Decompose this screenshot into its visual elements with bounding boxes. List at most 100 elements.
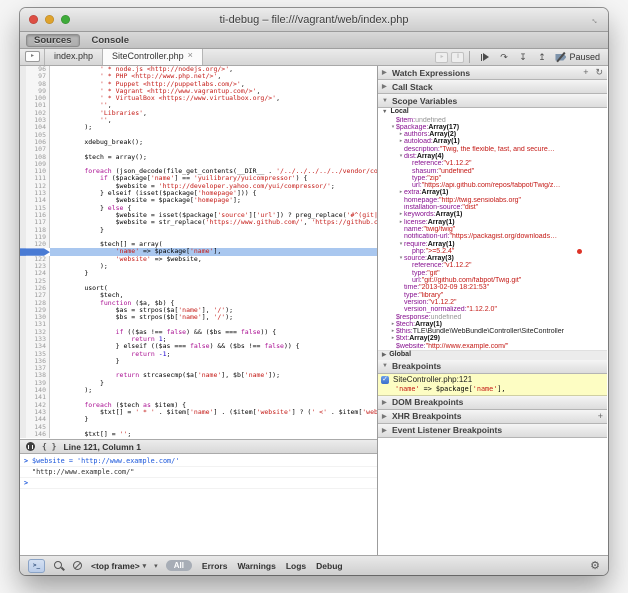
- window-titlebar[interactable]: ti-debug – file:///vagrant/web/index.php…: [20, 8, 608, 32]
- scope-variable-row[interactable]: version_normalized: "1.12.2.0": [378, 306, 607, 313]
- scope-variable-row[interactable]: $response: undefined: [378, 314, 607, 321]
- pretty-print-icon[interactable]: { }: [42, 442, 56, 451]
- code-text[interactable]: $website = 'http://developer.yahoo.com/y…: [50, 183, 377, 190]
- settings-gear-icon[interactable]: ⚙: [590, 559, 600, 572]
- close-tab-icon[interactable]: ×: [188, 51, 193, 60]
- filter-warnings[interactable]: Warnings: [237, 561, 275, 571]
- line-number[interactable]: 107: [20, 146, 50, 153]
- scope-variable-row[interactable]: description: "Twig, the flexible, fast, …: [378, 146, 607, 153]
- paused-indicator-icon[interactable]: [26, 442, 35, 451]
- line-number[interactable]: 145: [20, 424, 50, 431]
- continue-button[interactable]: [476, 51, 493, 63]
- scope-variable-row[interactable]: ▾$package: Array(17): [378, 124, 607, 131]
- scope-variable-row[interactable]: homepage: "http://twig.sensiolabs.org": [378, 197, 607, 204]
- disclosure-down-icon[interactable]: ▼: [382, 98, 389, 104]
- scope-variable-row[interactable]: ▸license: Array(1): [378, 219, 607, 226]
- scope-variable-row[interactable]: reference: "v1.12.2": [378, 262, 607, 269]
- line-number[interactable]: 116: [20, 212, 50, 219]
- scope-variable-row[interactable]: installation-source: "dist": [378, 204, 607, 211]
- line-number[interactable]: 113: [20, 190, 50, 197]
- line-number[interactable]: 119: [20, 234, 50, 241]
- scope-variable-row[interactable]: type: "library": [378, 292, 607, 299]
- scope-variable-row[interactable]: name: "twig/twig": [378, 226, 607, 233]
- line-number[interactable]: 97: [20, 73, 50, 80]
- code-text[interactable]: return 1;: [50, 336, 377, 343]
- line-number[interactable]: 120: [20, 241, 50, 248]
- tab-console[interactable]: Console: [84, 34, 137, 47]
- disclosure-right-icon[interactable]: ▶: [382, 427, 389, 434]
- code-text[interactable]: } else {: [50, 205, 377, 212]
- code-text[interactable]: return -1;: [50, 351, 377, 358]
- console-toggle-icon[interactable]: >_: [28, 559, 45, 573]
- code-text[interactable]: $txt[] = '';: [50, 431, 377, 438]
- line-number[interactable]: 123: [20, 263, 50, 270]
- scope-variable-row[interactable]: type: "zip": [378, 175, 607, 182]
- code-text[interactable]: $txt[] = ' * ' . $item['name'] . ($item[…: [50, 409, 377, 416]
- refresh-watch-icon[interactable]: ↻: [595, 67, 603, 78]
- line-number[interactable]: 134: [20, 343, 50, 350]
- line-number[interactable]: 110: [20, 168, 50, 175]
- scope-variable-row[interactable]: type: "git": [378, 270, 607, 277]
- disclosure-down-icon[interactable]: ▼: [382, 363, 389, 369]
- line-number[interactable]: 101: [20, 102, 50, 109]
- file-tab-index-php[interactable]: index.php: [44, 49, 103, 65]
- line-number[interactable]: 100: [20, 95, 50, 102]
- line-number[interactable]: 144: [20, 416, 50, 423]
- code-text[interactable]: }: [50, 358, 377, 365]
- code-editor[interactable]: 96 ' * node.js <http://nodejs.org/>',97 …: [20, 66, 377, 439]
- code-text[interactable]: ' * PHP <http://www.php.net/>',: [50, 73, 377, 80]
- code-text[interactable]: } elseif (($as === false) && ($bs !== fa…: [50, 343, 377, 350]
- code-text[interactable]: }: [50, 227, 377, 234]
- code-text[interactable]: [50, 365, 377, 372]
- line-number[interactable]: 96: [20, 66, 50, 73]
- scope-variable-row[interactable]: ▸keywords: Array(1): [378, 211, 607, 218]
- code-text[interactable]: $website = isset($package['source']['url…: [50, 212, 377, 219]
- code-text[interactable]: $tech[] = array(: [50, 241, 377, 248]
- line-number[interactable]: 117: [20, 219, 50, 226]
- scope-variable-row[interactable]: ▸$tech: Array(1): [378, 321, 607, 328]
- code-text[interactable]: return strcasecmp($a['name'], $b['name']…: [50, 372, 377, 379]
- section-call-stack[interactable]: ▶ Call Stack: [378, 80, 607, 94]
- filter-debug[interactable]: Debug: [316, 561, 342, 571]
- line-number[interactable]: 141: [20, 394, 50, 401]
- code-text[interactable]: $tech,: [50, 292, 377, 299]
- search-icon[interactable]: [53, 560, 64, 571]
- code-text[interactable]: [50, 424, 377, 431]
- filter-logs[interactable]: Logs: [286, 561, 306, 571]
- line-number[interactable]: 109: [20, 161, 50, 168]
- file-tab-sitecontroller-php[interactable]: SiteController.php ×: [103, 49, 203, 65]
- line-number[interactable]: 133: [20, 336, 50, 343]
- disclosure-down-icon[interactable]: ▼: [382, 108, 387, 117]
- section-dom-breakpoints[interactable]: ▶ DOM Breakpoints: [378, 396, 607, 410]
- code-text[interactable]: [50, 278, 377, 285]
- line-number[interactable]: 130: [20, 314, 50, 321]
- section-breakpoints[interactable]: ▼ Breakpoints: [378, 360, 607, 374]
- breakpoint-entry[interactable]: ✓SiteController.php:121'name' => $packag…: [378, 374, 607, 396]
- line-number[interactable]: 104: [20, 124, 50, 131]
- line-number[interactable]: 98: [20, 81, 50, 88]
- step-over-icon[interactable]: ↷: [495, 51, 512, 63]
- line-number[interactable]: 118: [20, 227, 50, 234]
- line-number[interactable]: 132: [20, 329, 50, 336]
- code-text[interactable]: }: [50, 270, 377, 277]
- scope-variable-row[interactable]: ▸extra: Array(1): [378, 189, 607, 196]
- line-number[interactable]: 127: [20, 292, 50, 299]
- add-xhr-breakpoint-icon[interactable]: +: [598, 411, 603, 421]
- line-number[interactable]: 129: [20, 307, 50, 314]
- scope-variable-row[interactable]: ▸$txt: Array(29): [378, 335, 607, 342]
- disclosure-right-icon[interactable]: ▶: [382, 413, 389, 420]
- scope-local[interactable]: ▼Local: [378, 108, 607, 117]
- code-text[interactable]: [50, 321, 377, 328]
- line-number[interactable]: 135: [20, 351, 50, 358]
- line-number[interactable]: 115: [20, 205, 50, 212]
- scope-variable-row[interactable]: ▸autoload: Array(1): [378, 138, 607, 145]
- section-watch-expressions[interactable]: ▶ Watch Expressions + ↻: [378, 66, 607, 80]
- code-text[interactable]: );: [50, 387, 377, 394]
- code-text[interactable]: ' * Vagrant <http://www.vagrantup.com/>'…: [50, 88, 377, 95]
- toggle-breakpoints-icon[interactable]: [552, 51, 569, 63]
- code-text[interactable]: $tech = array();: [50, 154, 377, 161]
- execution-breakpoint-marker[interactable]: 121: [20, 248, 50, 255]
- line-number[interactable]: 128: [20, 300, 50, 307]
- line-number[interactable]: 112: [20, 183, 50, 190]
- code-text[interactable]: $bs = strpos($b['name'], '/');: [50, 314, 377, 321]
